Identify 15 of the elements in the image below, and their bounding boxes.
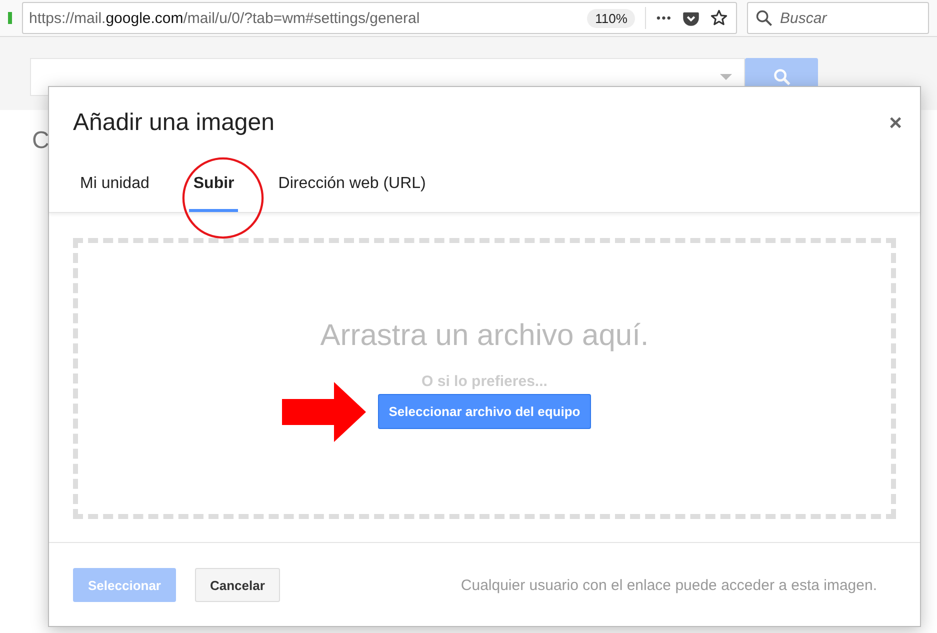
page-heading: C xyxy=(32,127,50,155)
zoom-badge[interactable]: 110% xyxy=(587,8,636,28)
dialog-title: Añadir una imagen xyxy=(73,109,274,137)
tab[interactable]: Dirección web (URL) xyxy=(274,169,430,212)
secure-icon xyxy=(8,12,12,24)
drop-text: Arrastra un archivo aquí. xyxy=(320,318,649,352)
dialog-button[interactable]: Cancelar xyxy=(195,568,280,602)
browser-search-field[interactable]: Buscar xyxy=(747,2,929,34)
bookmark-star-icon[interactable] xyxy=(710,9,728,27)
sharing-note: Cualquier usuario con el enlace puede acceder a esta imagen. xyxy=(460,576,877,594)
close-button[interactable]: × xyxy=(889,110,902,136)
tab[interactable]: Mi unidad xyxy=(76,169,154,212)
more-button[interactable]: ••• xyxy=(656,11,672,25)
address-bar[interactable]: https://mail.google.com/mail/u/0/?tab=wm#settings/general 110% ••• xyxy=(22,2,737,34)
url-text: https://mail.google.com/mail/u/0/?tab=wm#settings/general xyxy=(29,10,421,26)
